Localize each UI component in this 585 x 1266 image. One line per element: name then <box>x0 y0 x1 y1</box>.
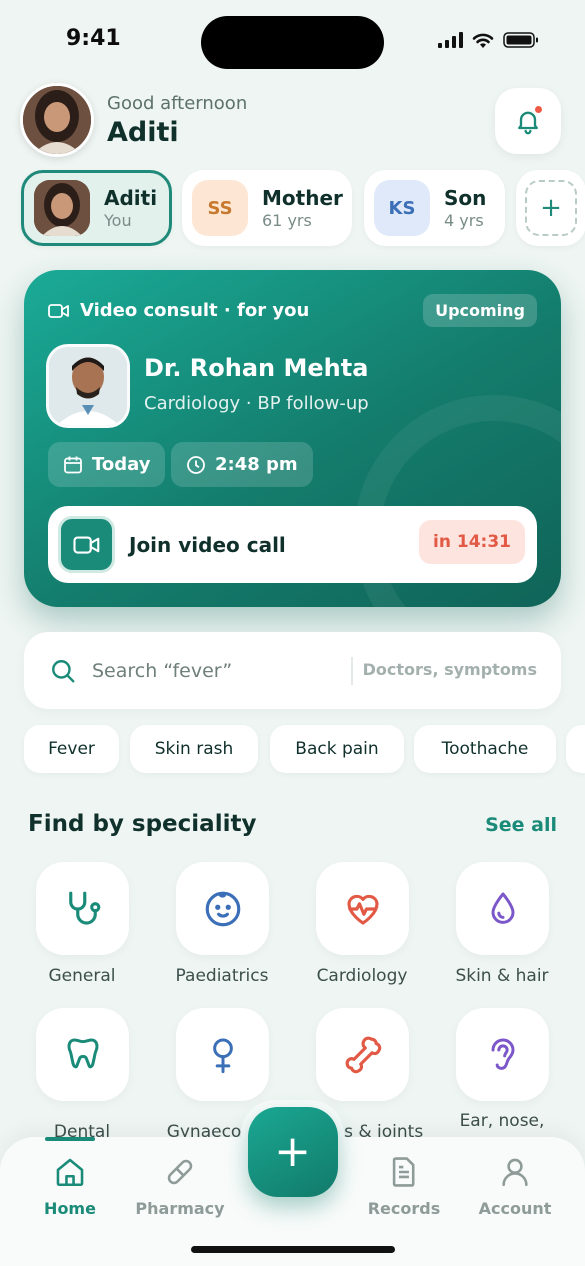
see-all-link[interactable]: See all <box>485 814 557 836</box>
tab-pharmacy[interactable]: Pharmacy <box>125 1155 235 1218</box>
add-profile-button[interactable]: + <box>516 170 585 246</box>
symptom-chip[interactable]: Toothache <box>414 725 556 773</box>
date-pill: Today <box>48 442 166 487</box>
tab-records[interactable]: Records <box>349 1155 459 1218</box>
heart-pulse-icon <box>346 894 379 925</box>
consult-type: Video consult · for you <box>80 300 310 321</box>
doctor-name: Dr. Rohan Mehta <box>144 354 369 382</box>
speciality-general[interactable] <box>36 862 129 955</box>
user-icon <box>502 1158 528 1187</box>
speciality-label: Paediatrics <box>175 966 269 986</box>
profile-name: Aditi <box>104 186 158 210</box>
profile-chip-mother[interactable]: SS Mother 61 yrs <box>182 170 352 246</box>
document-icon <box>392 1157 415 1187</box>
time-pill: 2:48 pm <box>171 442 313 487</box>
user-name: Aditi <box>107 117 179 148</box>
video-call-icon <box>58 516 115 573</box>
consult-header: Video consult · for you <box>48 300 309 321</box>
wifi-icon <box>472 33 494 48</box>
video-camera-icon <box>48 303 69 318</box>
status-time: 9:41 <box>66 26 121 51</box>
female-icon <box>212 1038 233 1073</box>
speciality-label: Ear, nose, <box>459 1111 545 1131</box>
tab-label: Home <box>44 1199 96 1218</box>
ear-icon <box>491 1038 515 1070</box>
speciality-label: General <box>48 966 116 986</box>
speciality-paediatrics[interactable] <box>176 862 269 955</box>
profile-chip-son[interactable]: KS Son 4 yrs <box>364 170 505 246</box>
tooth-icon <box>67 1038 98 1068</box>
tab-home[interactable]: Home <box>15 1137 125 1218</box>
active-tab-indicator <box>45 1137 95 1141</box>
status-bar: 9:41 <box>0 0 585 80</box>
profile-name: Mother <box>262 186 343 210</box>
profile-chip-aditi[interactable]: Aditi You <box>21 170 172 246</box>
doctor-photo <box>46 344 130 428</box>
symptom-chip[interactable]: Back pain <box>270 725 404 773</box>
search-bar[interactable]: Search “fever” Doctors, symptoms <box>24 632 561 709</box>
speciality-ent[interactable] <box>456 1008 549 1101</box>
baby-face-icon <box>205 891 240 926</box>
notification-dot <box>533 104 544 115</box>
countdown-badge: in 14:31 <box>419 520 525 564</box>
status-badge: Upcoming <box>423 294 537 327</box>
search-input[interactable]: Search “fever” <box>92 660 232 682</box>
pill-icon <box>167 1159 193 1185</box>
plus-icon: + <box>247 1106 338 1197</box>
speciality-skin-hair[interactable] <box>456 862 549 955</box>
consult-date: Today <box>92 454 151 475</box>
section-title: Find by speciality <box>28 811 257 837</box>
symptom-chip[interactable]: Fever <box>24 725 119 773</box>
symptom-chip[interactable]: Skin rash <box>130 725 258 773</box>
status-icons <box>438 31 539 49</box>
consult-time: 2:48 pm <box>215 454 298 475</box>
join-video-call-button[interactable]: Join video call in 14:31 <box>48 506 537 583</box>
speciality-dental[interactable] <box>36 1008 129 1101</box>
join-label: Join video call <box>129 532 286 557</box>
user-avatar[interactable] <box>20 83 94 157</box>
notifications-button[interactable] <box>495 88 561 154</box>
search-hint: Doctors, symptoms <box>362 660 537 679</box>
new-consult-fab[interactable]: + <box>241 1100 344 1203</box>
droplet-icon <box>491 892 514 924</box>
speciality-bones-joints[interactable] <box>316 1008 409 1101</box>
search-divider <box>351 657 353 685</box>
home-indicator <box>191 1246 395 1253</box>
speciality-cardiology[interactable] <box>316 862 409 955</box>
calendar-icon <box>64 456 82 473</box>
tab-label: Records <box>367 1199 441 1218</box>
tab-label: Account <box>478 1199 552 1218</box>
tab-account[interactable]: Account <box>460 1155 570 1218</box>
profile-sub: 4 yrs <box>444 211 484 230</box>
bone-icon <box>345 1036 381 1073</box>
video-consult-card[interactable]: Video consult · for you Upcoming Dr. Roh… <box>24 270 561 607</box>
profile-sub: 61 yrs <box>262 211 312 230</box>
doctor-specialty: Cardiology · BP follow-up <box>144 393 369 414</box>
speciality-gynaecology[interactable] <box>176 1008 269 1101</box>
speciality-label: Skin & hair <box>455 966 549 986</box>
plus-icon: + <box>525 180 577 236</box>
speciality-label: Cardiology <box>316 966 408 986</box>
battery-icon <box>503 32 538 48</box>
symptom-chip-partial[interactable] <box>566 725 585 773</box>
search-icon <box>52 659 75 682</box>
tab-label: Pharmacy <box>135 1199 225 1218</box>
signal-icon <box>438 32 463 48</box>
profile-photo <box>34 180 90 236</box>
profile-sub: You <box>104 211 132 230</box>
dynamic-island <box>201 16 384 69</box>
profile-initials: KS <box>374 180 430 236</box>
greeting-text: Good afternoon <box>107 93 248 114</box>
stethoscope-icon <box>68 891 100 925</box>
profile-name: Son <box>444 186 487 210</box>
clock-icon <box>187 455 205 474</box>
profile-initials: SS <box>192 180 248 236</box>
home-icon <box>56 1158 84 1187</box>
